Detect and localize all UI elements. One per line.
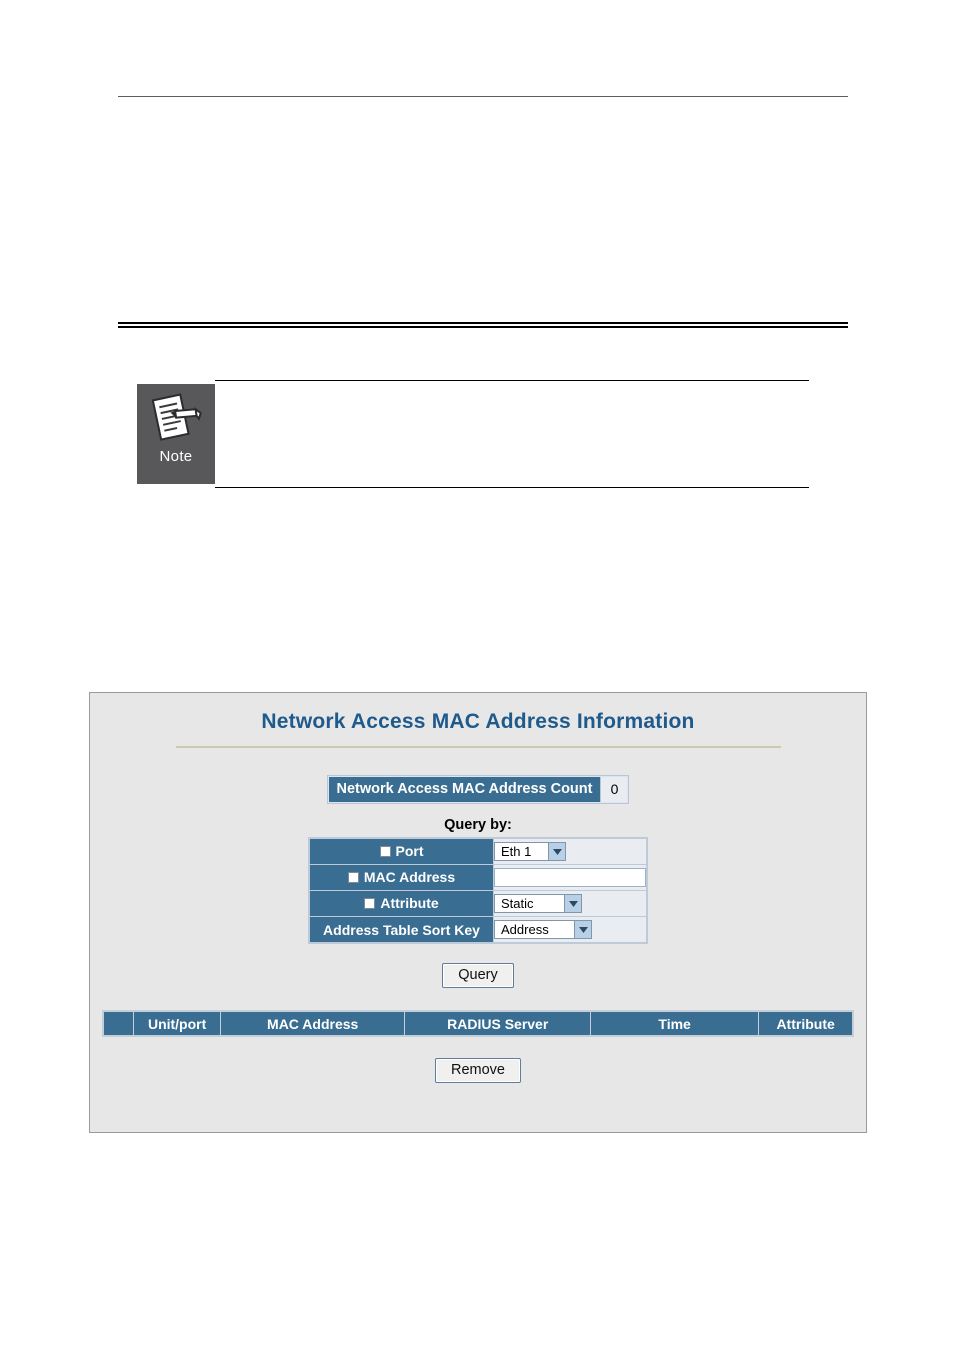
query-mac-label: MAC Address bbox=[363, 869, 456, 886]
query-sort-key-field-cell: Address bbox=[494, 917, 646, 942]
mac-address-count-label: Network Access MAC Address Count bbox=[328, 777, 601, 802]
results-header-row: Unit/port MAC Address RADIUS Server Time… bbox=[104, 1012, 852, 1035]
sort-key-select-value: Address bbox=[501, 922, 549, 937]
query-attribute-field-cell: Static bbox=[494, 891, 646, 916]
port-select[interactable]: Eth 1 bbox=[494, 842, 566, 861]
mac-address-results-table: Unit/port MAC Address RADIUS Server Time… bbox=[102, 1010, 854, 1037]
query-attribute-checkbox[interactable] bbox=[364, 897, 376, 909]
page-title: Network Access MAC Address Information bbox=[261, 710, 695, 733]
mac-address-input[interactable] bbox=[494, 868, 646, 887]
query-port-checkbox[interactable] bbox=[379, 845, 391, 857]
network-access-mac-panel: Network Access MAC Address Information N… bbox=[89, 692, 867, 1133]
results-header-time: Time bbox=[591, 1012, 759, 1035]
results-header-attribute: Attribute bbox=[759, 1012, 852, 1035]
mac-address-count: Network Access MAC Address Count 0 bbox=[326, 775, 630, 804]
page-header-rule bbox=[118, 96, 848, 97]
query-row-mac: MAC Address bbox=[310, 865, 646, 890]
query-form-table: Port Eth 1 MAC Address Attribute Static … bbox=[308, 837, 648, 944]
chevron-down-icon bbox=[574, 921, 591, 938]
chevron-down-icon bbox=[564, 895, 581, 912]
query-button[interactable]: Query bbox=[442, 963, 514, 988]
query-mac-checkbox[interactable] bbox=[347, 871, 359, 883]
results-header-select bbox=[104, 1012, 134, 1035]
port-select-value: Eth 1 bbox=[501, 844, 532, 859]
query-sort-key-label-cell: Address Table Sort Key bbox=[310, 917, 493, 942]
section-double-rule bbox=[118, 322, 848, 328]
note-icon-label: Note bbox=[159, 448, 193, 465]
query-row-port: Port Eth 1 bbox=[310, 839, 646, 864]
note-callout: Note bbox=[137, 380, 809, 488]
query-mac-field-cell bbox=[494, 865, 646, 890]
query-attribute-label: Attribute bbox=[380, 895, 439, 912]
query-port-label: Port bbox=[395, 843, 424, 860]
note-icon: Note bbox=[137, 384, 215, 484]
chevron-down-icon bbox=[548, 843, 565, 860]
results-header-radius-server: RADIUS Server bbox=[405, 1012, 591, 1035]
remove-button[interactable]: Remove bbox=[435, 1058, 521, 1083]
query-row-attribute: Attribute Static bbox=[310, 891, 646, 916]
query-port-field-cell: Eth 1 bbox=[494, 839, 646, 864]
query-by-label: Query by: bbox=[444, 817, 512, 833]
title-divider bbox=[175, 746, 781, 748]
query-port-label-cell: Port bbox=[310, 839, 493, 864]
mac-address-count-value: 0 bbox=[600, 777, 628, 802]
attribute-select-value: Static bbox=[501, 896, 534, 911]
sort-key-select[interactable]: Address bbox=[494, 920, 592, 939]
query-row-sort-key: Address Table Sort Key Address bbox=[310, 917, 646, 942]
results-header-mac-address: MAC Address bbox=[220, 1012, 405, 1035]
query-sort-key-label: Address Table Sort Key bbox=[323, 921, 480, 938]
attribute-select[interactable]: Static bbox=[494, 894, 582, 913]
note-body-text bbox=[215, 380, 809, 488]
results-header-unit-port: Unit/port bbox=[134, 1012, 220, 1035]
query-attribute-label-cell: Attribute bbox=[310, 891, 493, 916]
query-mac-label-cell: MAC Address bbox=[310, 865, 493, 890]
